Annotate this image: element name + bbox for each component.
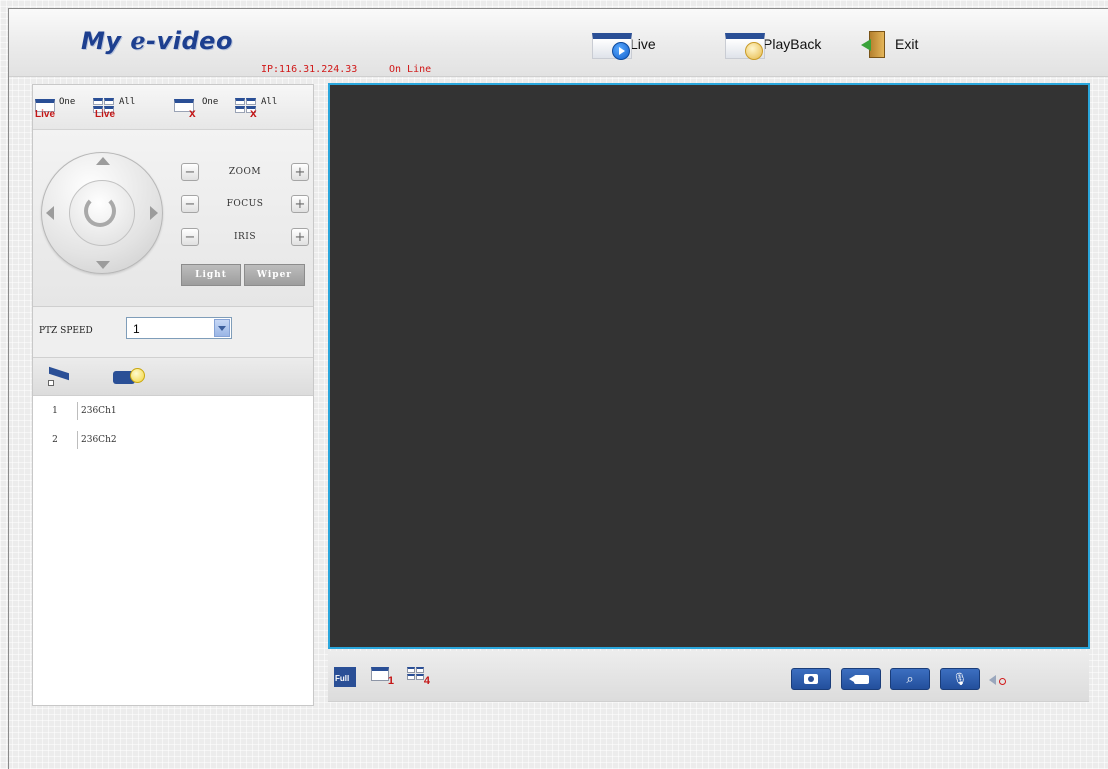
ptz-control-area: − ZOOM + − FOCUS + − IRIS + Light Wiper xyxy=(33,130,313,307)
video-record-icon xyxy=(848,674,869,684)
live-grid-icon: Live xyxy=(93,97,115,120)
channel-number: 2 xyxy=(52,434,58,445)
exit-door-icon xyxy=(861,29,887,59)
app-logo: My ℯ-video xyxy=(81,27,233,55)
digital-zoom-button[interactable]: ⌕ xyxy=(890,668,930,690)
single-view-label: 1 xyxy=(387,675,394,687)
focus-minus-button[interactable]: − xyxy=(181,195,199,213)
connection-status: On Line xyxy=(389,64,432,75)
nav-exit-button[interactable]: Exit xyxy=(861,29,918,59)
zoom-in-button[interactable]: + xyxy=(291,163,309,181)
iris-label: IRIS xyxy=(233,232,257,242)
ptz-speed-label: PTZ SPEED xyxy=(39,326,93,336)
iris-control: − IRIS + xyxy=(181,226,309,248)
video-toolbar: Full 1 4 ⌕ 🎙 xyxy=(328,651,1089,702)
control-panel: Live One Live All x One x All − ZOOM + −… xyxy=(32,84,314,706)
device-tab-bar xyxy=(33,358,313,396)
channel-name: 236Ch2 xyxy=(77,430,117,449)
focus-label: FOCUS xyxy=(226,199,264,209)
mute-speaker-icon[interactable] xyxy=(987,671,1009,689)
talk-button[interactable]: 🎙 xyxy=(940,668,980,690)
light-device-icon[interactable] xyxy=(113,366,149,388)
chevron-down-icon xyxy=(214,319,230,337)
close-all-button[interactable]: x All xyxy=(235,97,277,121)
app-header: My ℯ-video IP:116.31.224.33 On Line Live… xyxy=(9,9,1108,77)
live-all-button[interactable]: Live All xyxy=(93,97,135,121)
ptz-speed-row: PTZ SPEED 1 xyxy=(33,307,313,358)
microphone-icon: 🎙 xyxy=(952,672,968,686)
ptz-speed-value: 1 xyxy=(133,322,140,336)
live-toolbar: Live One Live All x One x All xyxy=(33,85,313,130)
nav-playback-button[interactable]: PlayBack xyxy=(725,29,822,60)
live-one-button[interactable]: Live One xyxy=(35,97,75,121)
pan-right-arrow-icon[interactable] xyxy=(150,206,158,220)
iris-plus-button[interactable]: + xyxy=(291,228,309,246)
nav-exit-label: Exit xyxy=(895,36,919,52)
playback-icon xyxy=(725,29,767,60)
auto-rotate-button[interactable] xyxy=(69,180,135,246)
zoom-control: − ZOOM + xyxy=(181,161,309,183)
channel-name: 236Ch1 xyxy=(77,401,117,420)
single-window-icon xyxy=(371,667,389,681)
nav-live-button[interactable]: Live xyxy=(592,29,656,60)
record-button[interactable] xyxy=(841,668,881,690)
wiper-button[interactable]: Wiper xyxy=(244,264,305,286)
channel-list: 1 236Ch1 2 236Ch2 xyxy=(33,396,313,454)
ptz-direction-pad xyxy=(41,152,163,274)
camera-device-icon[interactable] xyxy=(47,366,73,387)
fullscreen-button[interactable]: Full xyxy=(334,665,358,687)
pan-down-arrow-icon[interactable] xyxy=(96,261,110,269)
zoom-label: ZOOM xyxy=(228,167,262,177)
close-grid-icon: x xyxy=(235,97,257,120)
light-button[interactable]: Light xyxy=(181,264,241,286)
iris-minus-button[interactable]: − xyxy=(181,228,199,246)
quad-view-button[interactable]: 4 xyxy=(406,665,430,687)
magnifier-icon: ⌕ xyxy=(906,671,914,687)
fullscreen-label: Full xyxy=(335,674,350,683)
live-icon xyxy=(592,29,634,60)
snapshot-button[interactable] xyxy=(791,668,831,690)
rotate-icon xyxy=(84,195,116,227)
single-view-button[interactable]: 1 xyxy=(370,665,394,687)
video-viewport[interactable] xyxy=(328,83,1090,649)
ip-address: IP:116.31.224.33 xyxy=(261,64,358,75)
pan-left-arrow-icon[interactable] xyxy=(46,206,54,220)
quad-view-label: 4 xyxy=(423,675,430,687)
pan-up-arrow-icon[interactable] xyxy=(96,157,110,165)
focus-plus-button[interactable]: + xyxy=(291,195,309,213)
zoom-out-button[interactable]: − xyxy=(181,163,199,181)
channel-list-item[interactable]: 2 236Ch2 xyxy=(33,425,313,454)
camera-icon xyxy=(804,674,818,684)
ptz-speed-select[interactable]: 1 xyxy=(126,317,232,339)
close-one-button[interactable]: x One xyxy=(174,97,218,121)
nav-playback-label: PlayBack xyxy=(763,36,822,52)
channel-list-item[interactable]: 1 236Ch1 xyxy=(33,396,313,425)
live-window-icon: Live xyxy=(35,97,57,120)
channel-number: 1 xyxy=(52,405,58,416)
focus-control: − FOCUS + xyxy=(181,193,309,215)
close-window-icon: x xyxy=(174,97,196,120)
